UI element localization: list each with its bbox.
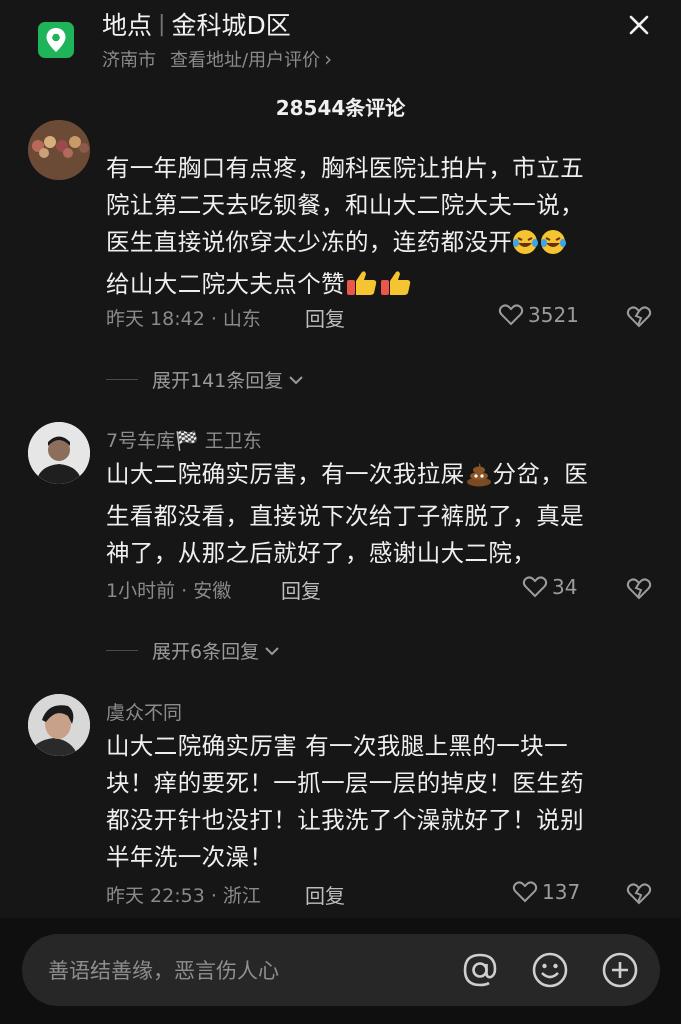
reply-button[interactable]: 回复 [305, 303, 345, 332]
plus-icon[interactable] [600, 950, 640, 990]
emoji-icon[interactable] [530, 950, 570, 990]
expand-replies-button[interactable]: 展开141条回复 [106, 366, 305, 393]
like-count: 34 [552, 575, 578, 599]
chevron-down-icon [265, 646, 279, 655]
avatar[interactable] [28, 694, 90, 756]
comment-meta: 昨天 18:42 · 山东 [106, 308, 261, 330]
heart-icon [522, 576, 548, 598]
comment-input-bar: 善语结善缘，恶言伤人心 [0, 918, 681, 1024]
dislike-icon[interactable] [626, 577, 652, 603]
place-subtitle[interactable]: 济南市 查看地址/用户评价 › [102, 46, 332, 72]
location-header: 地点 | 金科城D区 济南市 查看地址/用户评价 › 28544条评论 [0, 0, 681, 140]
comment-meta: 昨天 22:53 · 浙江 [106, 885, 261, 907]
place-name: 金科城D区 [171, 11, 291, 40]
city-label: 济南市 [102, 50, 156, 71]
thumbs-up-emoji-icon [379, 269, 413, 308]
rofl-emoji-icon [540, 229, 568, 266]
comment-count: 28544条评论 [275, 96, 406, 120]
comment-input[interactable]: 善语结善缘，恶言伤人心 [22, 934, 660, 1006]
chevron-down-icon [289, 375, 303, 384]
address-review-link[interactable]: 查看地址/用户评价 [170, 46, 320, 72]
dislike-icon[interactable] [626, 305, 652, 331]
chevron-right-icon: › [324, 47, 333, 71]
divider-line [106, 650, 138, 651]
comment-item: 7号车库🏁 王卫东 山大二院确实厉害，有一次我拉屎 分岔，医 生看都没看，直接说下… [0, 420, 681, 680]
like-count: 137 [542, 880, 581, 904]
comment-meta: 1小时前 · 安徽 [106, 580, 232, 602]
comment-item: 有一年胸口有点疼，胸科医院让拍片，市立五 院让第二天去吃钡餐，和山大二院大夫一说… [0, 120, 681, 400]
comment-text: 山大二院确实厉害，有一次我拉屎 分岔，医 生看都没看，直接说下次给丁子裤脱了，真是… [106, 460, 589, 567]
place-label: 地点 [102, 11, 153, 40]
place-title[interactable]: 地点 | 金科城D区 [102, 6, 291, 42]
like-button[interactable]: 34 [522, 575, 577, 599]
comment-input-placeholder: 善语结善缘，恶言伤人心 [48, 959, 279, 983]
heart-icon [498, 304, 524, 326]
comment-item: 虞众不同 山大二院确实厉害 有一次我腿上黑的一块一 块！痒的要死！一抓一层一层的… [0, 692, 681, 914]
avatar[interactable] [28, 422, 90, 484]
username[interactable]: 7号车库🏁 王卫东 [106, 426, 262, 453]
poop-emoji-icon [465, 461, 493, 498]
like-count: 3521 [528, 303, 579, 327]
title-divider: | [158, 11, 166, 37]
heart-icon [512, 881, 538, 903]
expand-replies-button[interactable]: 展开6条回复 [106, 637, 281, 664]
dislike-icon[interactable] [626, 882, 652, 908]
reply-button[interactable]: 回复 [305, 880, 345, 909]
comment-text: 有一年胸口有点疼，胸科医院让拍片，市立五 院让第二天去吃钡餐，和山大二院大夫一说… [106, 150, 646, 308]
close-icon[interactable] [622, 8, 656, 42]
comment-text: 山大二院确实厉害 有一次我腿上黑的一块一 块！痒的要死！一抓一层一层的掉皮！医生… [106, 732, 584, 871]
at-icon[interactable] [460, 950, 500, 990]
thumbs-up-emoji-icon [345, 269, 379, 308]
location-pin-icon[interactable] [38, 22, 74, 58]
avatar[interactable] [28, 120, 90, 180]
like-button[interactable]: 137 [512, 880, 580, 904]
rofl-emoji-icon [512, 229, 540, 266]
username[interactable]: 虞众不同 [106, 698, 182, 725]
reply-button[interactable]: 回复 [281, 575, 321, 604]
divider-line [106, 379, 138, 380]
like-button[interactable]: 3521 [498, 303, 579, 327]
